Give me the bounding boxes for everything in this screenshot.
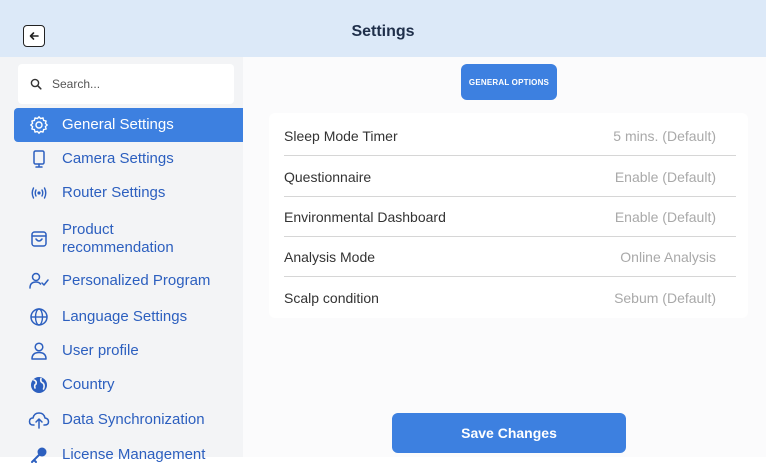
shopping-bag-icon [28,228,50,250]
camera-device-icon [28,148,50,170]
earth-icon [28,374,50,396]
tab-general-options[interactable]: GENERAL OPTIONS [461,64,557,100]
sidebar-item-label: User profile [62,342,139,359]
setting-value: Enable (Default) [614,208,716,225]
gear-icon [28,114,50,136]
sidebar-item-label: Camera Settings [62,150,174,167]
cloud-upload-icon [28,409,50,431]
setting-label: Questionnaire [284,168,372,185]
key-icon [28,444,50,466]
wifi-broadcast-icon [28,182,50,204]
sidebar-item-label: Data Synchronization [62,411,205,428]
sidebar-item-product-recommendation[interactable]: Product recommendation [14,216,243,262]
search-input[interactable] [50,76,224,92]
setting-value: Sebum (Default) [614,290,716,306]
sidebar-item-label: Product recommendation [62,221,174,256]
setting-row-environmental-dashboard[interactable]: Environmental Dashboard Enable (Default) [284,197,736,237]
setting-value: Online Analysis [620,248,716,265]
setting-label: Environmental Dashboard [284,208,446,225]
sidebar-item-camera-settings[interactable]: Camera Settings [14,144,243,174]
setting-label: Sleep Mode Timer [284,127,398,144]
setting-label: Scalp condition [284,290,379,306]
sidebar-item-data-synchronization[interactable]: Data Synchronization [14,405,243,435]
sidebar-item-label: Router Settings [62,184,166,201]
sidebar-item-label: Country [62,376,115,393]
setting-label: Analysis Mode [284,248,376,265]
sidebar-item-license-management[interactable]: License Management [14,440,243,470]
sidebar-item-label: General Settings [62,116,174,133]
sidebar-item-language-settings[interactable]: Language Settings [14,302,243,332]
user-check-icon [28,270,50,292]
sidebar-item-router-settings[interactable]: Router Settings [14,178,243,208]
sidebar-item-personalized-program[interactable]: Personalized Program [14,266,243,296]
search-icon [30,78,42,90]
setting-row-scalp-condition[interactable]: Scalp condition Sebum (Default) [284,278,736,318]
search-box[interactable] [18,64,234,104]
sidebar-item-label: Language Settings [62,308,188,325]
setting-row-analysis-mode[interactable]: Analysis Mode Online Analysis [284,237,736,277]
user-icon [28,340,50,362]
globe-icon [28,306,50,328]
sidebar-item-label: Personalized Program [62,272,211,289]
setting-row-sleep-mode-timer[interactable]: Sleep Mode Timer 5 mins. (Default) [284,116,736,156]
setting-value: 5 mins. (Default) [613,127,716,144]
sidebar-item-user-profile[interactable]: User profile [14,336,243,366]
sidebar-item-country[interactable]: Country [14,370,243,400]
setting-value: Enable (Default) [614,168,716,185]
page-title: Settings [351,23,415,40]
sidebar-item-general-settings[interactable]: General Settings [14,108,243,142]
setting-row-questionnaire[interactable]: Questionnaire Enable (Default) [284,157,736,197]
save-changes-button[interactable]: Save Changes [392,413,626,453]
sidebar-item-label: License Management [62,446,206,463]
